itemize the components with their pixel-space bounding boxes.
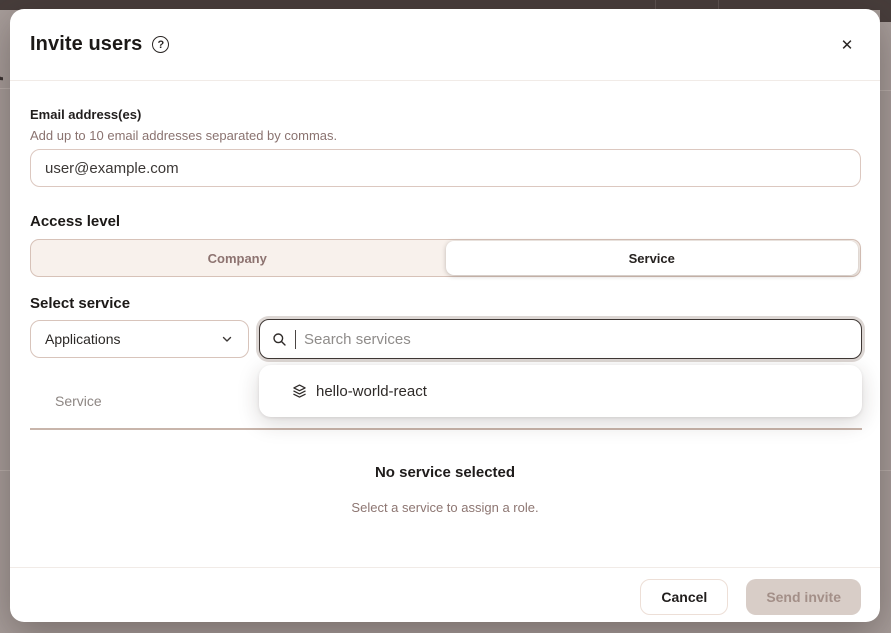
cancel-button[interactable]: Cancel — [640, 579, 728, 615]
background-page-text-fragment: U — [0, 56, 3, 88]
empty-state-subtitle: Select a service to assign a role. — [10, 500, 880, 515]
email-label: Email address(es) — [30, 107, 141, 122]
background-section-line — [0, 470, 10, 471]
footer-divider — [10, 567, 880, 568]
dialog-title: Invite users — [30, 33, 142, 56]
service-result-item[interactable]: hello-world-react — [259, 365, 862, 417]
search-results-dropdown: hello-world-react — [259, 365, 862, 417]
stack-icon — [292, 383, 307, 399]
help-icon[interactable]: ? — [152, 36, 169, 53]
email-helper-text: Add up to 10 email addresses separated b… — [30, 128, 337, 143]
service-category-select[interactable]: Applications — [30, 320, 249, 358]
invite-users-dialog: Invite users ? ✕ Email address(es) Add u… — [10, 9, 880, 622]
page-topbar-corner — [880, 0, 891, 22]
service-search-field — [259, 319, 862, 359]
close-icon[interactable]: ✕ — [834, 32, 860, 58]
service-column-header: Service — [55, 393, 102, 409]
text-cursor — [295, 330, 296, 349]
dialog-footer: Cancel Send invite — [10, 579, 880, 615]
access-option-service[interactable]: Service — [446, 241, 859, 275]
search-icon — [272, 332, 287, 347]
access-level-toggle: Company Service — [30, 239, 861, 277]
selected-category: Applications — [45, 331, 121, 347]
service-result-label: hello-world-react — [316, 383, 427, 400]
background-section-line — [880, 90, 891, 91]
search-services-input[interactable] — [304, 331, 849, 348]
background-section-line — [0, 88, 10, 89]
background-section-line — [880, 470, 891, 471]
select-service-label: Select service — [30, 295, 130, 312]
access-level-label: Access level — [30, 213, 120, 230]
email-input[interactable] — [30, 149, 861, 187]
send-invite-button[interactable]: Send invite — [746, 579, 861, 615]
access-option-company[interactable]: Company — [31, 240, 444, 276]
chevron-down-icon — [220, 332, 234, 346]
dialog-header: Invite users ? ✕ — [10, 9, 880, 81]
empty-state-title: No service selected — [10, 464, 880, 481]
table-divider — [30, 428, 862, 430]
